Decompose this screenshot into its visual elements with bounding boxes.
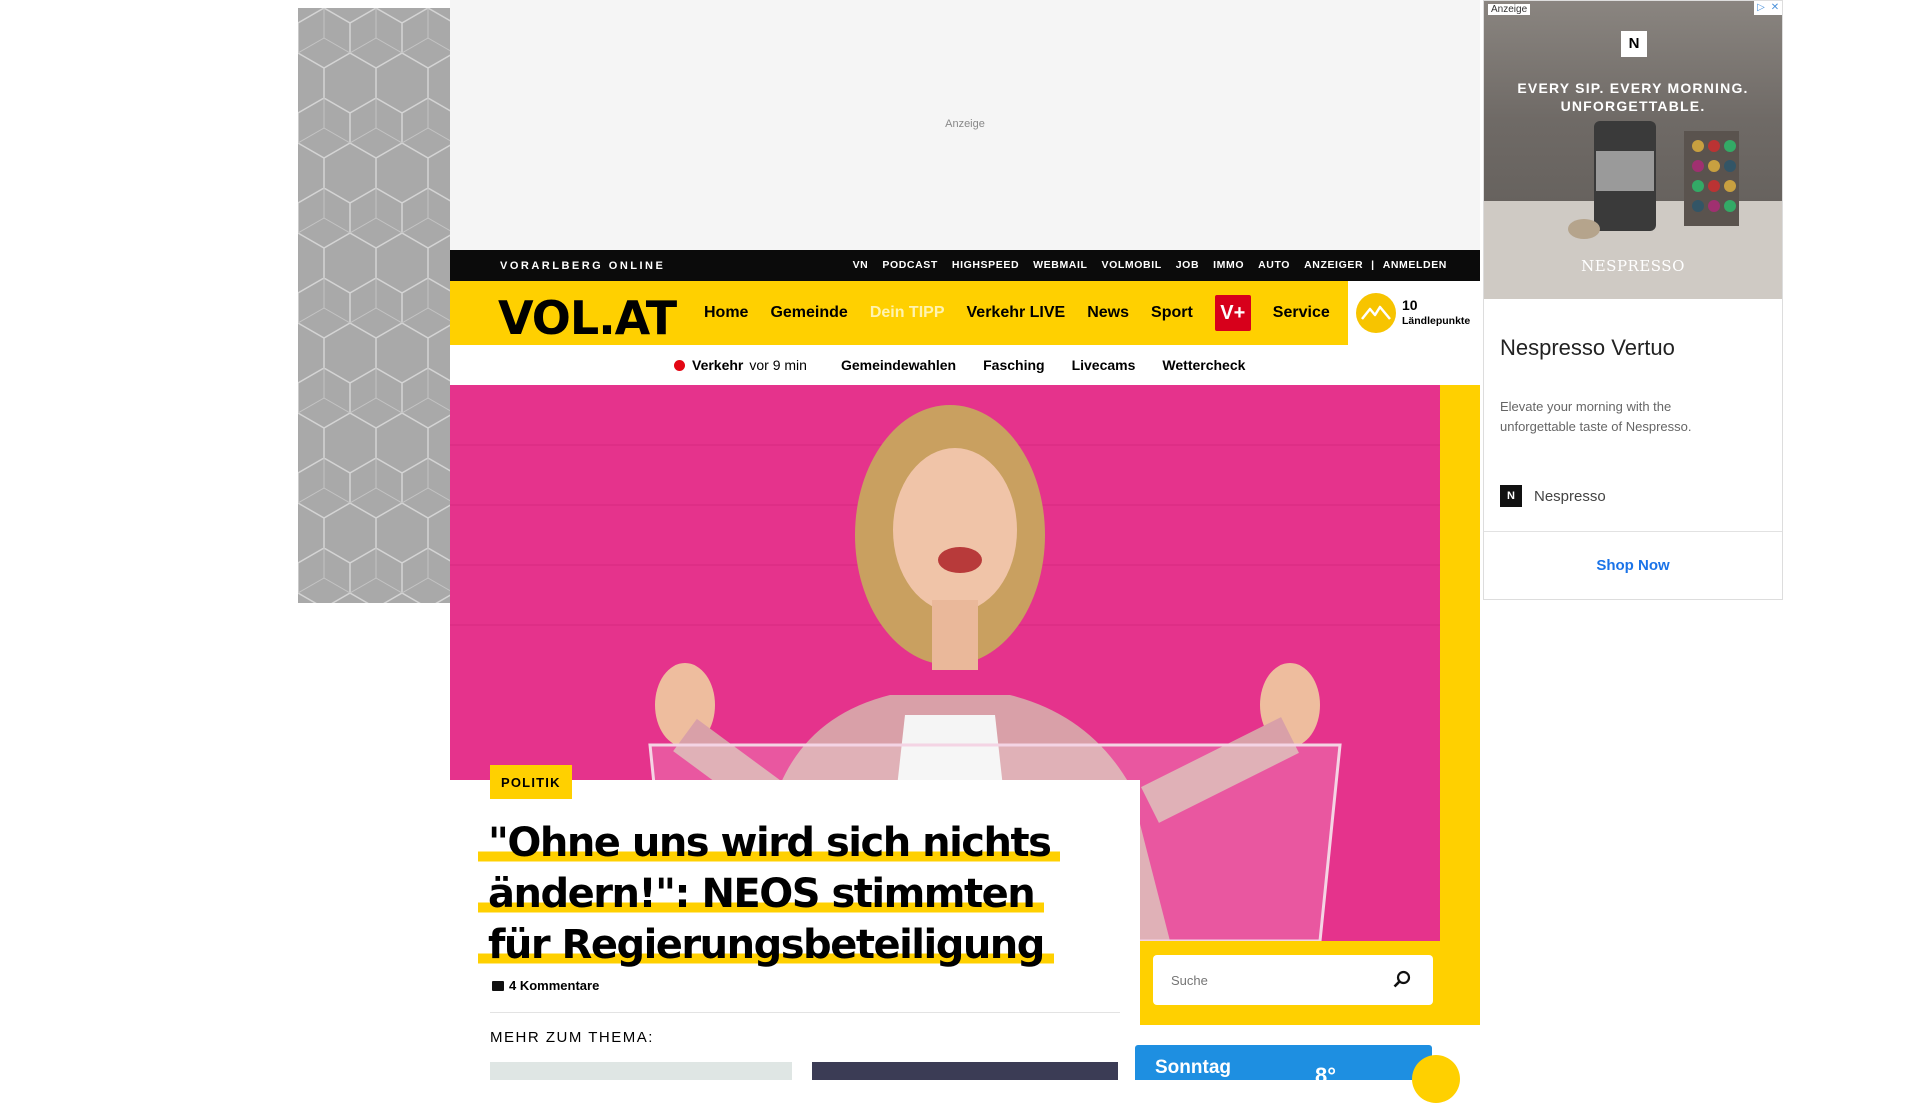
left-skin-ad[interactable] bbox=[298, 8, 450, 603]
nav-item-gemeinde[interactable]: Gemeinde bbox=[770, 304, 847, 322]
search-box bbox=[1153, 955, 1433, 1005]
related-thumbnail[interactable] bbox=[490, 1062, 792, 1080]
search-icon[interactable] bbox=[1393, 970, 1411, 988]
ad-choices[interactable]: ▷ ✕ bbox=[1754, 1, 1782, 15]
top-link-job[interactable]: JOB bbox=[1169, 259, 1206, 271]
headline-text: "Ohne uns wird sich nichts ändern!": NEO… bbox=[478, 820, 1061, 968]
mountain-icon bbox=[1356, 293, 1396, 333]
advertiser-logo-icon: N bbox=[1500, 485, 1522, 507]
adchoices-icon[interactable]: ▷ bbox=[1754, 1, 1768, 15]
top-bar: VORARLBERG ONLINE VN PODCAST HIGHSPEED W… bbox=[450, 250, 1480, 281]
subnav-item-wettercheck[interactable]: Wettercheck bbox=[1162, 357, 1245, 373]
subnav-item-livecams[interactable]: Livecams bbox=[1072, 357, 1136, 373]
live-traffic-link[interactable]: Verkehr bbox=[692, 357, 743, 373]
login-link[interactable]: ANMELDEN bbox=[1376, 259, 1454, 271]
ad-image-brand: NESPRESSO bbox=[1581, 257, 1685, 275]
top-links: VN PODCAST HIGHSPEED WEBMAIL VOLMOBIL JO… bbox=[846, 259, 1454, 271]
ad-divider bbox=[1484, 531, 1782, 532]
top-link-webmail[interactable]: WEBMAIL bbox=[1026, 259, 1094, 271]
main-nav: VOL.AT Home Gemeinde Dein TIPP Verkehr L… bbox=[450, 281, 1480, 345]
sun-icon bbox=[1412, 1055, 1460, 1103]
top-banner-ad[interactable]: Anzeige bbox=[450, 0, 1480, 250]
nav-item-home[interactable]: Home bbox=[704, 304, 748, 322]
site-logo[interactable]: VOL.AT bbox=[498, 291, 677, 345]
ad-title[interactable]: Nespresso Vertuo bbox=[1500, 335, 1675, 361]
advertiser-name: Nespresso bbox=[1534, 487, 1606, 505]
shop-now-button[interactable]: Shop Now bbox=[1484, 557, 1782, 574]
side-ad[interactable]: Anzeige ▷ ✕ N EVERY SIP. EVERY MORNING. … bbox=[1483, 0, 1783, 600]
nav-item-verkehr-live[interactable]: Verkehr LIVE bbox=[967, 304, 1066, 322]
top-link-podcast[interactable]: PODCAST bbox=[875, 259, 945, 271]
related-thumbnail[interactable] bbox=[812, 1062, 1118, 1080]
category-tag[interactable]: POLITIK bbox=[490, 765, 572, 799]
nav-item-sport[interactable]: Sport bbox=[1151, 304, 1193, 322]
top-link-auto[interactable]: AUTO bbox=[1251, 259, 1297, 271]
live-dot-icon bbox=[674, 359, 685, 371]
divider bbox=[490, 1012, 1120, 1013]
top-link-highspeed[interactable]: HIGHSPEED bbox=[945, 259, 1026, 271]
related-heading: MEHR ZUM THEMA: bbox=[490, 1029, 654, 1046]
close-icon[interactable]: ✕ bbox=[1768, 1, 1782, 15]
live-traffic-time: vor 9 min bbox=[749, 357, 807, 373]
nespresso-logo: N bbox=[1621, 31, 1647, 57]
sub-nav: Verkehr vor 9 min Gemeindewahlen Faschin… bbox=[450, 345, 1480, 385]
vplus-button[interactable]: V+ bbox=[1214, 295, 1251, 331]
subnav-item-fasching[interactable]: Fasching bbox=[983, 357, 1044, 373]
ad-label: Anzeige bbox=[1488, 4, 1531, 15]
comment-icon bbox=[492, 980, 504, 991]
points-widget[interactable]: 10 Ländlepunkte bbox=[1348, 281, 1480, 345]
site-brand[interactable]: VORARLBERG ONLINE bbox=[500, 260, 665, 272]
top-link-immo[interactable]: IMMO bbox=[1206, 259, 1251, 271]
top-link-volmobil[interactable]: VOLMOBIL bbox=[1095, 259, 1169, 271]
weather-day: Sonntag bbox=[1155, 1057, 1231, 1078]
points-value: 10 bbox=[1402, 297, 1418, 313]
nav-item-service[interactable]: Service bbox=[1273, 304, 1330, 322]
hexagon-pattern bbox=[298, 8, 450, 603]
weather-temp: 8° bbox=[1315, 1063, 1337, 1080]
nav-item-news[interactable]: News bbox=[1087, 304, 1129, 322]
ad-description: Elevate your morning with the unforgetta… bbox=[1500, 399, 1692, 434]
nav-item-dein-tipp[interactable]: Dein TIPP bbox=[870, 304, 945, 322]
weather-widget[interactable]: Sonntag 8° bbox=[1135, 1045, 1432, 1080]
top-link-anzeiger[interactable]: ANZEIGER bbox=[1297, 259, 1370, 271]
top-link-vn[interactable]: VN bbox=[846, 259, 876, 271]
article-headline[interactable]: "Ohne uns wird sich nichts ändern!": NEO… bbox=[478, 818, 1078, 971]
search-input[interactable] bbox=[1153, 955, 1383, 1005]
ad-slogan: EVERY SIP. EVERY MORNING. UNFORGETTABLE. bbox=[1517, 80, 1749, 114]
ad-image[interactable]: Anzeige ▷ ✕ N EVERY SIP. EVERY MORNING. … bbox=[1484, 1, 1782, 299]
points-label: Ländlepunkte bbox=[1402, 315, 1471, 327]
ad-label: Anzeige bbox=[945, 118, 985, 130]
comments-link[interactable]: 4 Kommentare bbox=[492, 978, 599, 993]
subnav-item-gemeindewahlen[interactable]: Gemeindewahlen bbox=[841, 357, 956, 373]
nav-menu: Home Gemeinde Dein TIPP Verkehr LIVE New… bbox=[704, 281, 1352, 345]
ad-advertiser[interactable]: N Nespresso bbox=[1500, 485, 1606, 507]
comments-count: 4 Kommentare bbox=[509, 978, 600, 993]
